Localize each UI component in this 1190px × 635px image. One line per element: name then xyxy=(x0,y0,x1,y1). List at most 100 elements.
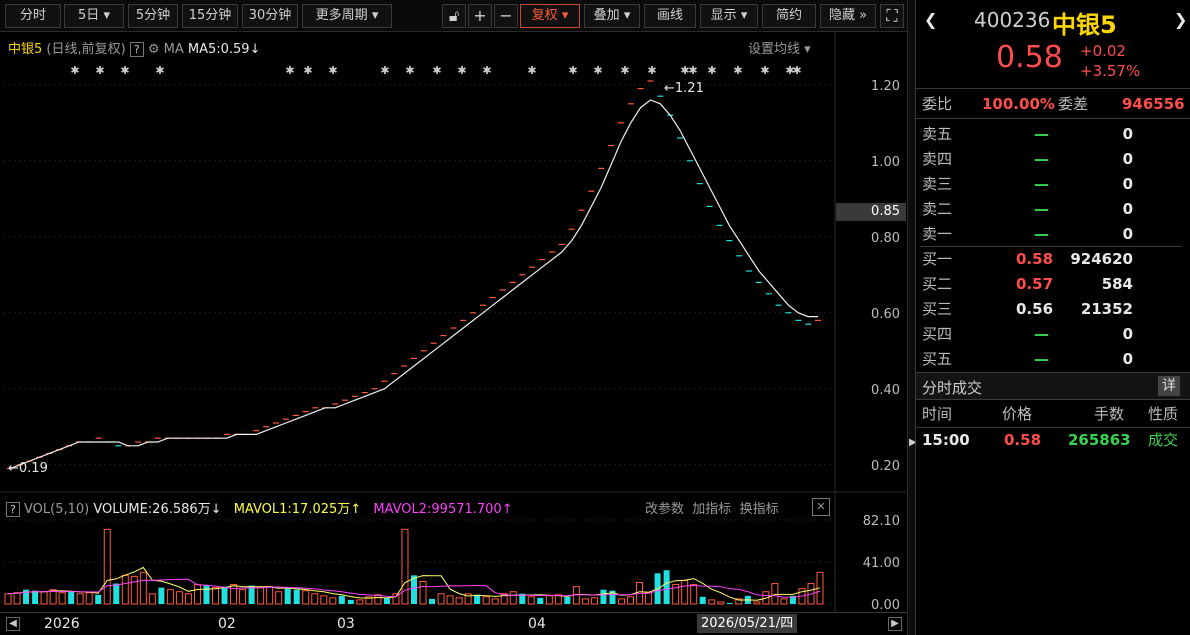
date-label-02: 02 xyxy=(218,616,236,632)
weibi-row: 委比 100.00% 委差 946556 xyxy=(916,92,1190,117)
chevron-down-icon: ▾ xyxy=(740,8,748,23)
volume-bar xyxy=(221,586,228,604)
ask-label: 卖五 xyxy=(922,125,953,143)
bid-row: 买二 0.57 584 xyxy=(916,272,1190,297)
trades-header-bar: 分时成交 详 xyxy=(916,372,1190,400)
trade-row: 15:00 0.58 265863 成交 xyxy=(916,428,1190,453)
bid-volume: 21352 xyxy=(1080,300,1133,318)
mavol1-value: MAVOL1:17.025万 xyxy=(233,502,351,517)
bid-volume: 924620 xyxy=(1070,250,1133,268)
draw-line-button[interactable]: 画线 xyxy=(644,4,696,28)
forward-icon[interactable]: ❯ xyxy=(1174,10,1187,29)
chevron-down-icon: ▾ xyxy=(371,8,379,23)
period-15min[interactable]: 15分钟 xyxy=(182,4,238,28)
left-arrow-icon: ← xyxy=(8,461,19,476)
volume-bar xyxy=(103,528,111,605)
period-intraday[interactable]: 分时 xyxy=(5,4,61,28)
close-icon[interactable]: ✕ xyxy=(812,498,830,516)
volume-bar xyxy=(320,595,328,605)
panel-splitter[interactable] xyxy=(907,0,915,635)
volume-bar xyxy=(338,595,345,604)
period-5min[interactable]: 5分钟 xyxy=(128,4,178,28)
quote-panel: ❮ 400236 中银5 ❯ 0.58 +0.02 +3.57% 委比 100.… xyxy=(915,0,1190,635)
volume-bar xyxy=(130,575,138,605)
bid-label: 买二 xyxy=(922,275,953,293)
volume-bar xyxy=(13,592,21,605)
volume-bar xyxy=(139,571,147,605)
fuquan-label: 复权 xyxy=(531,8,558,23)
volume-bar xyxy=(193,584,201,605)
toolbar: 分时 5日 ▾ 5分钟 15分钟 30分钟 更多周期 ▾ 🔓︎ + − 复权 ▾… xyxy=(0,0,910,32)
lock-icon[interactable]: 🔓︎ xyxy=(442,4,466,28)
bid-price: — xyxy=(1034,350,1049,368)
volume-bar xyxy=(690,584,698,605)
simple-button[interactable]: 简约 xyxy=(762,4,816,28)
scroll-right-icon[interactable]: ▶ xyxy=(888,617,902,631)
event-marker-icon: ✱ xyxy=(303,64,312,77)
volume-bar xyxy=(329,597,337,605)
period-more[interactable]: 更多周期 ▾ xyxy=(302,4,392,28)
fuquan-button[interactable]: 复权 ▾ xyxy=(520,4,580,28)
ask-price: — xyxy=(1034,225,1049,243)
volume-value: VOLUME:26.586万 xyxy=(93,502,211,517)
volume-bar xyxy=(284,588,291,604)
add-indicator-button[interactable]: 加指标 xyxy=(692,502,731,517)
price-tick-label: 1.00 xyxy=(871,155,900,170)
ask-label: 卖一 xyxy=(922,225,953,243)
trades-detail-button[interactable]: 详 xyxy=(1158,376,1180,396)
scroll-left-icon[interactable]: ◀ xyxy=(6,617,20,631)
last-price: 0.58 xyxy=(996,40,1063,75)
overlay-button[interactable]: 叠加 ▾ xyxy=(584,4,640,28)
overlay-label: 叠加 xyxy=(593,8,620,23)
volume-bar xyxy=(726,602,733,604)
help-icon[interactable]: ? xyxy=(6,502,20,517)
event-marker-icon: ✱ xyxy=(380,64,389,77)
back-icon[interactable]: ❮ xyxy=(924,10,937,29)
weibi-value: 100.00% xyxy=(982,95,1055,113)
ask-volume: 0 xyxy=(1122,175,1133,193)
trade-time: 15:00 xyxy=(922,431,970,449)
volume-bar xyxy=(627,596,635,605)
event-marker-icon: ✱ xyxy=(482,64,491,77)
volume-bar xyxy=(40,591,48,605)
volume-bar xyxy=(717,601,725,605)
volume-bar xyxy=(275,591,283,605)
volume-bar xyxy=(645,592,653,605)
period-30min[interactable]: 30分钟 xyxy=(242,4,298,28)
hide-button[interactable]: 隐藏 » xyxy=(820,4,876,28)
chevron-down-icon: ▾ xyxy=(561,8,569,23)
fullscreen-icon[interactable]: ⛶ xyxy=(880,4,904,28)
plus-icon[interactable]: + xyxy=(468,4,492,28)
event-markers: ✱ ✱ ✱ ✱ ✱ ✱ ✱ ✱ ✱ ✱ ✱ ✱ ✱ ✱ ✱ ✱ ✱ ✱✱ ✱ ✱ ✱ ✱✱ xyxy=(70,64,801,77)
volume-bar xyxy=(257,587,265,605)
volume-header: ? VOL(5,10) VOLUME:26.586万↓ MAVOL1:17.02… xyxy=(6,498,513,517)
divider xyxy=(916,88,1190,89)
bid-label: 买五 xyxy=(922,350,953,368)
ask-row: 卖三 — 0 xyxy=(916,172,1190,197)
display-button[interactable]: 显示 ▾ xyxy=(700,4,758,28)
volume-bar xyxy=(401,528,409,605)
bid-volume: 0 xyxy=(1122,350,1133,368)
chevron-down-icon: ▾ xyxy=(623,8,631,23)
minus-icon[interactable]: − xyxy=(494,4,518,28)
volume-bar xyxy=(699,596,706,604)
volume-bar xyxy=(356,599,364,605)
volume-bar xyxy=(437,593,445,605)
volume-bar xyxy=(600,589,607,604)
volume-bar xyxy=(663,570,670,604)
volume-bar xyxy=(446,595,454,605)
kline-chart[interactable]: ✱ ✱ ✱ ✱ ✱ ✱ ✱ ✱ ✱ ✱ ✱ ✱ ✱ ✱ ✱ ✱ ✱ ✱✱ ✱ ✱ ✱ ✱✱ 1.201.000.800.6… xyxy=(0,32,910,635)
price-tick-label: 0.20 xyxy=(871,459,900,474)
volume-bar xyxy=(85,592,93,605)
period-5day[interactable]: 5日 ▾ xyxy=(64,4,124,28)
change-params-button[interactable]: 改参数 xyxy=(645,502,684,517)
volume-bar xyxy=(4,593,12,605)
switch-indicator-button[interactable]: 换指标 xyxy=(740,502,779,517)
volume-bar xyxy=(58,592,66,605)
display-label: 显示 xyxy=(710,8,737,23)
date-label-04: 04 xyxy=(528,616,546,632)
price-change: +0.02 xyxy=(1080,42,1126,60)
col-type: 性质 xyxy=(1148,405,1179,423)
volume-bar xyxy=(564,596,571,604)
volume-actions: 改参数 加指标 换指标 xyxy=(645,498,779,517)
